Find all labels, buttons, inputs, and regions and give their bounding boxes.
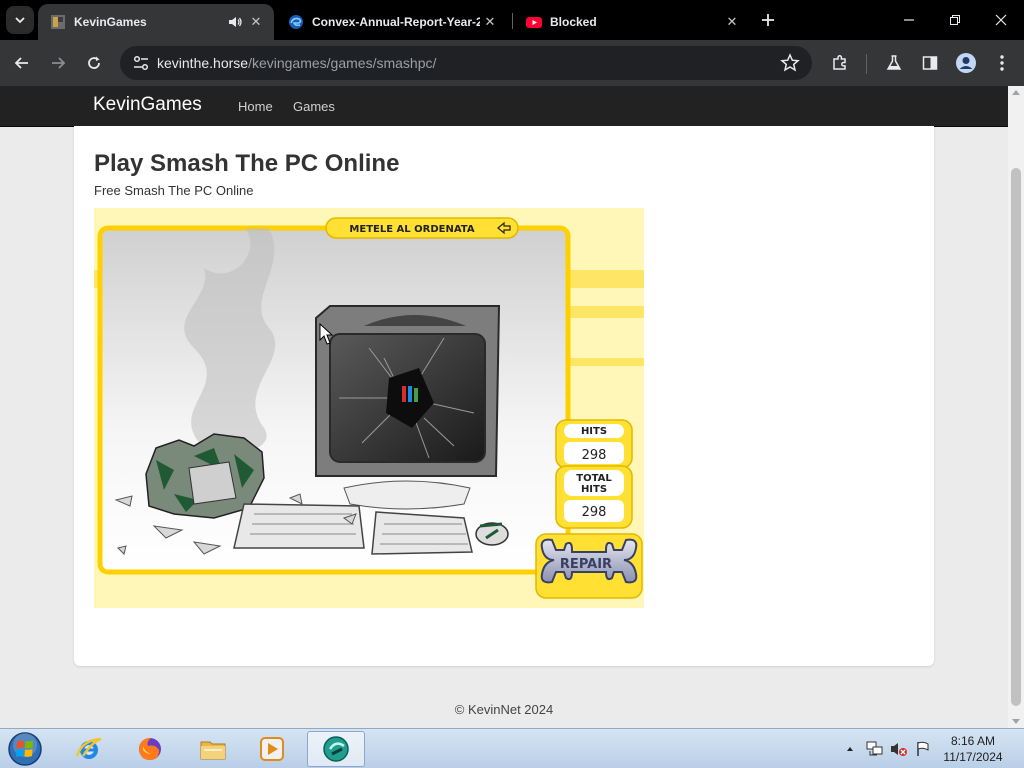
profile-button[interactable]: [952, 49, 980, 77]
firefox-icon: [139, 738, 161, 760]
address-bar[interactable]: kevinthe.horse/kevingames/games/smashpc/: [120, 46, 812, 80]
chevron-down-icon: [15, 17, 25, 24]
chevron-up-icon: [847, 747, 853, 751]
speaker-icon[interactable]: [226, 13, 244, 31]
game-stripe: [564, 270, 644, 288]
flag-icon: [917, 741, 929, 756]
taskbar-internet-explorer[interactable]: [60, 731, 118, 767]
reload-button[interactable]: [80, 49, 108, 77]
tab-title: Convex-Annual-Report-Year-2: [312, 15, 480, 29]
total-hits-counter: 298: [582, 505, 607, 520]
page-title: Play Smash The PC Online: [94, 150, 400, 177]
smash-pc-game-canvas[interactable]: METELE AL ORDENATA HITS 298 TOTAL HITS 2…: [94, 208, 644, 608]
taskbar-media-player[interactable]: [243, 731, 301, 767]
page-subtitle: Free Smash The PC Online: [94, 183, 254, 198]
scrollbar-thumb[interactable]: [1011, 168, 1021, 706]
media-player-icon: [260, 737, 284, 761]
hits-label: HITS: [581, 426, 607, 437]
browser-toolbar: kevinthe.horse/kevingames/games/smashpc/: [0, 40, 1024, 86]
internet-explorer-icon: [75, 737, 102, 759]
edge-favicon-icon: [289, 15, 303, 29]
tab-convex-report[interactable]: Convex-Annual-Report-Year-2 ✕: [276, 4, 508, 40]
taskbar-firefox[interactable]: [121, 731, 179, 767]
kevingames-favicon-icon: [51, 15, 65, 29]
tab-kevingames[interactable]: KevinGames ✕: [38, 4, 274, 40]
taskbar-active-app[interactable]: [307, 731, 365, 767]
youtube-favicon-icon: [526, 17, 542, 28]
repair-label: REPAIR: [560, 557, 612, 572]
arrow-right-icon: [52, 57, 66, 69]
menu-button[interactable]: [988, 49, 1016, 77]
broken-keyboard[interactable]: [233, 503, 365, 549]
clock-date: 11/17/2024: [943, 750, 1003, 764]
tab-title: Blocked: [550, 15, 597, 29]
url-text[interactable]: kevinthe.horse/kevingames/games/smashpc/: [157, 55, 436, 71]
tray-overflow-arrow[interactable]: [842, 729, 858, 768]
site-navbar: KevinGames Home Games: [0, 86, 1008, 127]
page-scrollbar[interactable]: [1008, 86, 1024, 728]
tray-network[interactable]: [864, 729, 886, 768]
minimize-icon: [904, 19, 914, 21]
content-card: Play Smash The PC Online Free Smash The …: [74, 126, 934, 666]
hits-counter: 298: [582, 448, 607, 463]
flask-icon: [886, 55, 902, 70]
tab-blocked[interactable]: Blocked ✕: [514, 4, 750, 40]
windows-taskbar: 8:16 AM 11/17/2024: [0, 728, 1024, 768]
puzzle-icon: [833, 55, 846, 70]
kebab-menu-icon: [1000, 55, 1004, 71]
restore-button[interactable]: [932, 0, 978, 40]
avatar-icon: [956, 53, 976, 73]
labs-button[interactable]: [880, 49, 908, 77]
broken-numpad[interactable]: [371, 511, 473, 555]
tab-close-icon[interactable]: ✕: [480, 12, 500, 32]
speaker-muted-icon: [891, 743, 907, 756]
url-host: kevinthe.horse: [157, 55, 249, 71]
bookmark-star-icon[interactable]: [780, 53, 800, 73]
restore-icon: [950, 15, 960, 25]
arrow-left-icon: [14, 57, 28, 69]
tab-search-button[interactable]: [6, 6, 34, 34]
taskbar-file-explorer[interactable]: [184, 731, 242, 767]
site-info-icon[interactable]: [132, 54, 150, 72]
tab-close-icon[interactable]: ✕: [246, 12, 266, 32]
tab-title: KevinGames: [74, 15, 147, 29]
tab-separator: [512, 13, 513, 29]
site-brand-link[interactable]: KevinGames: [93, 94, 202, 116]
network-icon: [866, 741, 883, 756]
back-button[interactable]: [8, 49, 36, 77]
debris-pieces: [188, 461, 237, 505]
folder-icon: [200, 741, 226, 760]
side-panel-button[interactable]: [916, 49, 944, 77]
taskbar-clock[interactable]: 8:16 AM 11/17/2024: [936, 733, 1010, 765]
nav-games-link[interactable]: Games: [293, 99, 335, 114]
url-path: /kevingames/games/smashpc/: [248, 55, 437, 71]
minimize-button[interactable]: [886, 0, 932, 40]
total-label-line1: TOTAL: [576, 473, 612, 484]
side-panel-icon: [922, 56, 938, 70]
reload-icon: [88, 56, 100, 69]
tray-action-center[interactable]: [912, 729, 934, 768]
tab-close-icon[interactable]: ✕: [722, 12, 742, 32]
extensions-button[interactable]: [826, 49, 854, 77]
active-app-icon: [323, 736, 349, 762]
new-tab-plus-icon[interactable]: [756, 8, 780, 32]
site-footer: © KevinNet 2024: [454, 702, 554, 717]
scroll-down-arrow-icon[interactable]: [1012, 719, 1020, 724]
game-banner-text: METELE AL ORDENATA: [349, 224, 474, 235]
total-label-line2: HITS: [581, 484, 607, 495]
tray-volume-muted[interactable]: [888, 729, 910, 768]
close-icon: [995, 14, 1007, 26]
repair-button[interactable]: REPAIR: [535, 533, 643, 599]
toolbar-divider: [866, 54, 867, 74]
forward-button[interactable]: [44, 49, 72, 77]
windows-start-button[interactable]: [6, 730, 44, 768]
game-stripe: [564, 306, 644, 318]
scroll-up-arrow-icon[interactable]: [1012, 90, 1020, 95]
game-stripe: [564, 358, 644, 366]
tab-strip: KevinGames ✕ Convex-Annual-Report-Year-2…: [0, 0, 1024, 40]
clock-time: 8:16 AM: [950, 734, 996, 748]
close-window-button[interactable]: [978, 0, 1024, 40]
page-viewport: KevinGames Home Games Play Smash The PC …: [0, 86, 1008, 728]
nav-home-link[interactable]: Home: [238, 99, 273, 114]
